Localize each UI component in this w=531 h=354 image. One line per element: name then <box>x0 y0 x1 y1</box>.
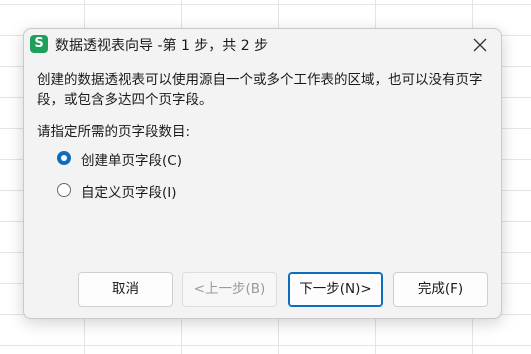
spreadsheet-app-icon: S <box>30 35 48 53</box>
pivot-table-wizard-dialog: S 数据透视表向导 -第 1 步，共 2 步 创建的数据透视表可以使用源自一个或… <box>23 28 502 319</box>
title-bar[interactable]: S 数据透视表向导 -第 1 步，共 2 步 <box>24 29 501 61</box>
cancel-button[interactable]: 取消 <box>78 272 173 307</box>
option-label[interactable]: 创建单页字段(C) <box>81 149 182 169</box>
option-label[interactable]: 自定义页字段(I) <box>81 181 177 201</box>
radio-custom-page-field[interactable] <box>57 183 71 197</box>
next-step-button[interactable]: 下一步(N)> <box>288 272 383 307</box>
close-icon <box>473 38 487 52</box>
previous-step-button[interactable]: <上一步(B) <box>182 272 277 307</box>
wizard-description: 创建的数据透视表可以使用源自一个或多个工作表的区域，也可以没有页字段，或包含多达… <box>37 72 483 108</box>
page-field-prompt: 请指定所需的页字段数目: <box>37 124 191 140</box>
radio-single-page-field[interactable] <box>57 151 71 165</box>
close-button[interactable] <box>467 33 493 57</box>
finish-button[interactable]: 完成(F) <box>393 272 488 307</box>
dialog-title: 数据透视表向导 -第 1 步，共 2 步 <box>55 38 269 54</box>
